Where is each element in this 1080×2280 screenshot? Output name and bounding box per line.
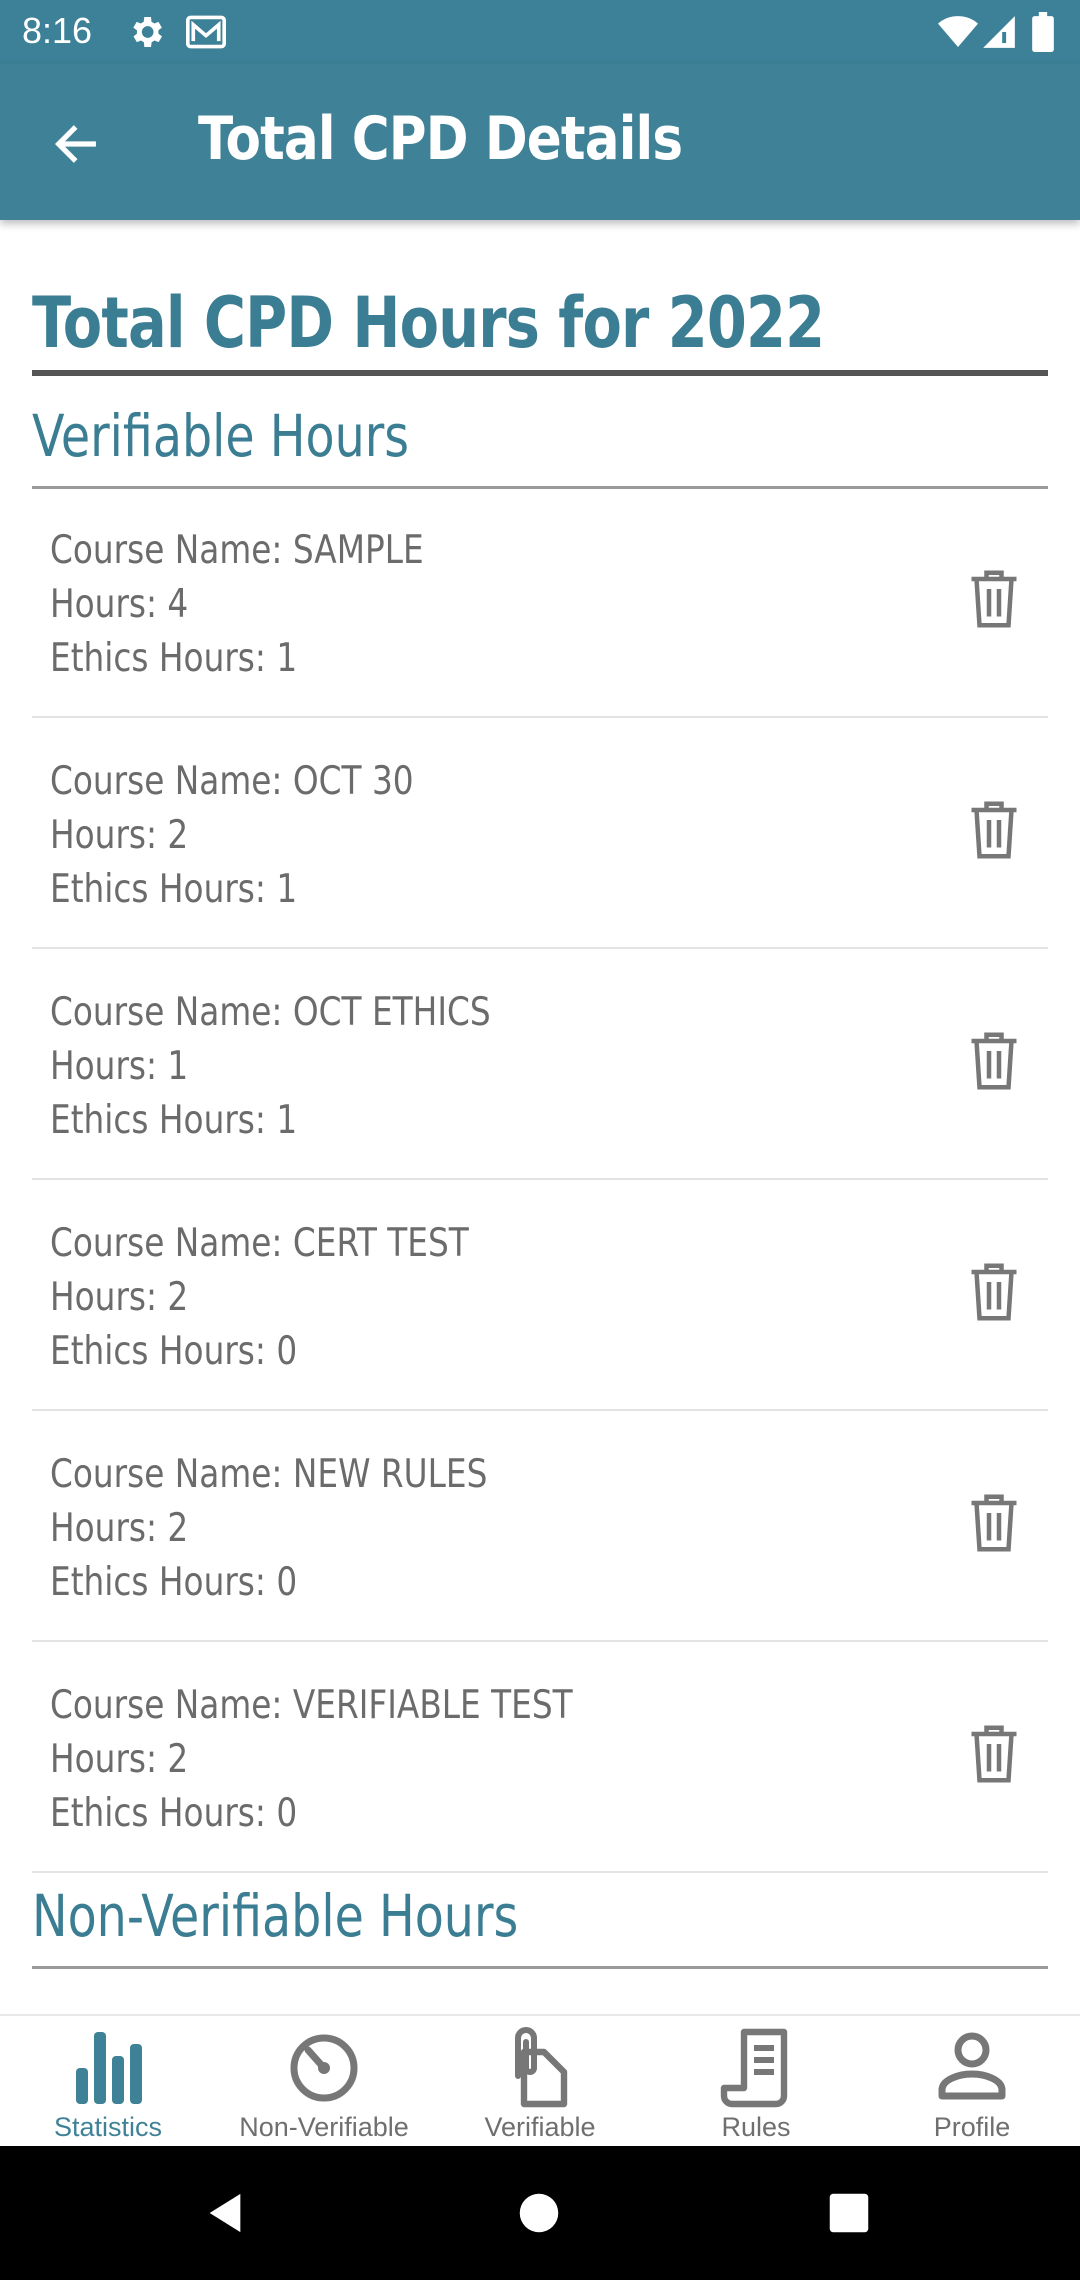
non-verifiable-section-title: Non-Verifiable Hours [32,1882,519,1950]
attachment-icon [515,2027,568,2108]
system-navigation-bar [0,2146,1080,2280]
battery-icon [1032,12,1054,52]
course-ethics-hours: Ethics Hours: 1 [50,867,298,912]
system-back-icon[interactable] [202,2190,248,2236]
delete-icon[interactable] [964,566,1024,632]
course-hours: Hours: 4 [50,582,189,627]
heading-divider [32,370,1048,376]
person-icon [938,2032,1006,2100]
course-record: Course Name: CERT TEST Hours: 2 Ethics H… [32,1181,1048,1411]
signal-icon [983,16,1015,48]
section-divider [32,1966,1048,1969]
wifi-icon [938,16,978,47]
course-name: Course Name: CERT TEST [50,1221,469,1266]
course-name: Course Name: OCT ETHICS [50,990,491,1035]
back-button[interactable] [40,108,112,180]
delete-icon[interactable] [964,1721,1024,1787]
course-name: Course Name: SAMPLE [50,528,424,573]
bar-chart-icon [76,2032,142,2104]
course-record: Course Name: OCT ETHICS Hours: 1 Ethics … [32,950,1048,1180]
timer-icon [290,2034,358,2102]
course-name: Course Name: NEW RULES [50,1452,488,1497]
course-record: Course Name: SAMPLE Hours: 4 Ethics Hour… [32,488,1048,718]
content-scroll[interactable]: Total CPD Hours for 2022 Verifiable Hour… [0,220,1080,2015]
delete-icon[interactable] [964,1490,1024,1556]
delete-icon[interactable] [964,1028,1024,1094]
course-hours: Hours: 2 [50,1275,189,1320]
course-ethics-hours: Ethics Hours: 1 [50,636,298,681]
course-record: Course Name: NEW RULES Hours: 2 Ethics H… [32,1412,1048,1642]
bottom-navigation: Statistics Non-Verifiable Verifiable Rul… [0,2014,1080,2146]
nav-label: Statistics [53,2112,163,2142]
app-bar: Total CPD Details [0,64,1080,220]
course-ethics-hours: Ethics Hours: 1 [50,1098,298,1143]
delete-icon[interactable] [964,1259,1024,1325]
page-heading: Total CPD Hours for 2022 [32,282,825,364]
course-hours: Hours: 1 [50,1044,189,1089]
nav-verifiable[interactable]: Verifiable [432,2016,648,2148]
nav-label: Non-Verifiable [239,2112,409,2142]
delete-icon[interactable] [964,797,1024,863]
nav-statistics[interactable]: Statistics [0,2016,216,2148]
nav-rules[interactable]: Rules [648,2016,864,2148]
gmail-icon [186,15,226,49]
system-recents-icon[interactable] [828,2192,870,2234]
course-ethics-hours: Ethics Hours: 0 [50,1329,298,1374]
app-title: Total CPD Details [198,104,683,174]
system-home-icon[interactable] [518,2192,560,2234]
nav-label: Verifiable [484,2112,596,2142]
settings-icon [133,17,162,47]
status-time: 8:16 [22,10,93,51]
nav-profile[interactable]: Profile [864,2016,1080,2148]
document-icon [720,2028,788,2108]
nav-label: Profile [933,2112,1011,2142]
course-ethics-hours: Ethics Hours: 0 [50,1560,298,1605]
course-hours: Hours: 2 [50,1737,189,1782]
status-bar: 8:16 [0,0,1080,64]
course-record: Course Name: OCT 30 Hours: 2 Ethics Hour… [32,719,1048,949]
course-hours: Hours: 2 [50,1506,189,1551]
course-hours: Hours: 2 [50,813,189,858]
course-name: Course Name: OCT 30 [50,759,414,804]
arrow-back-icon [54,125,96,163]
course-ethics-hours: Ethics Hours: 0 [50,1791,298,1836]
nav-label: Rules [721,2112,791,2142]
course-name: Course Name: VERIFIABLE TEST [50,1683,573,1728]
course-record: Course Name: VERIFIABLE TEST Hours: 2 Et… [32,1643,1048,1873]
verifiable-section-title: Verifiable Hours [32,402,410,470]
nav-non-verifiable[interactable]: Non-Verifiable [216,2016,432,2148]
